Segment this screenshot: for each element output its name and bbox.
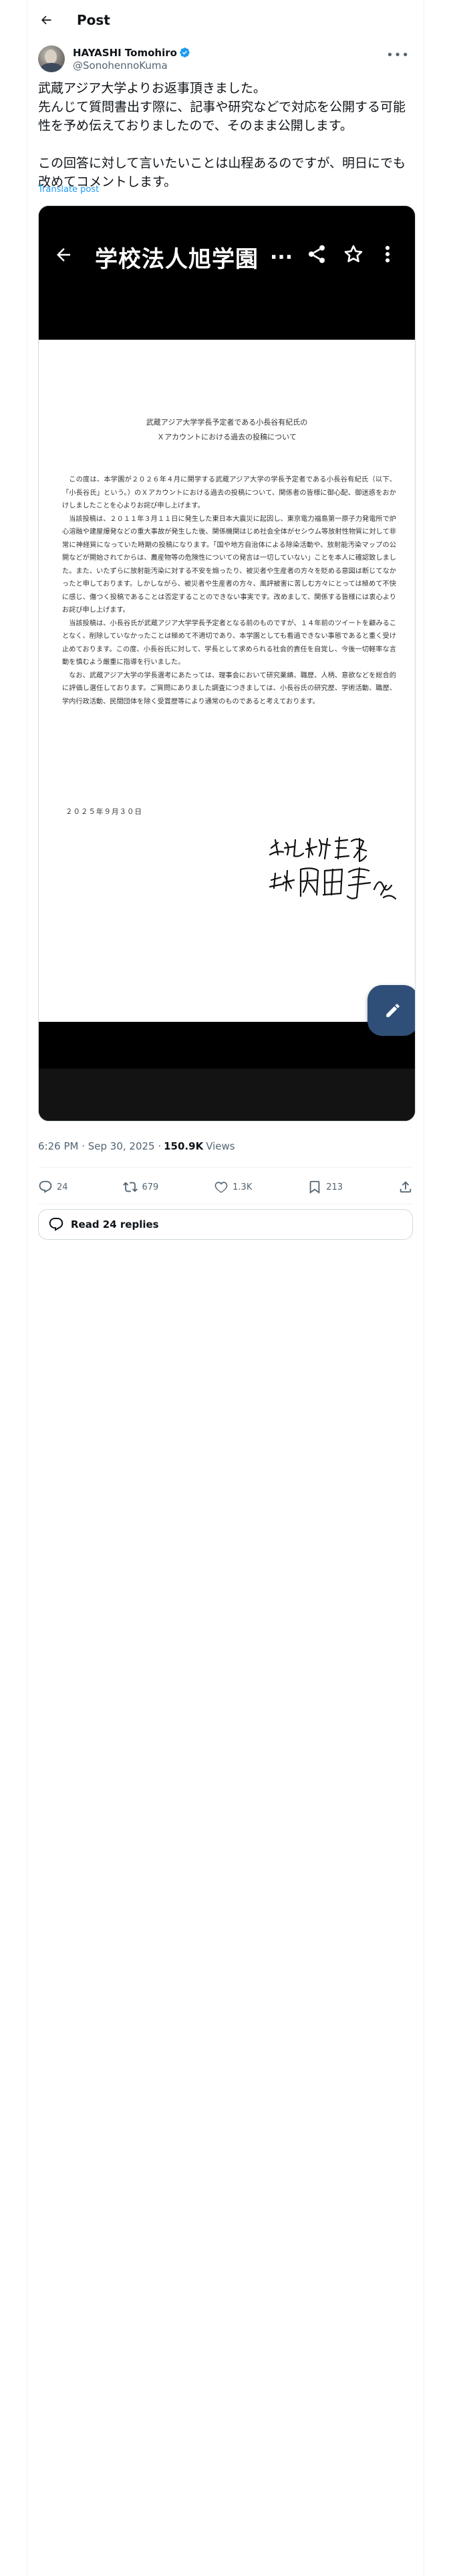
- edit-fab-button[interactable]: [367, 985, 415, 1036]
- bookmark-button[interactable]: 213: [307, 1180, 343, 1194]
- more-options-icon[interactable]: •••: [386, 48, 410, 62]
- author-handle[interactable]: @SonohennoKuma: [73, 60, 190, 72]
- reply-button[interactable]: 24: [38, 1180, 68, 1194]
- share-button[interactable]: [398, 1180, 413, 1194]
- document-paragraph: なお、武蔵アジア大学の学長選考にあたっては、理事会において研究業績、職歴、人柄、…: [62, 671, 396, 706]
- repost-icon: [123, 1182, 138, 1192]
- author-name[interactable]: HAYASHI Tomohiro: [73, 47, 177, 59]
- document-paragraph: 当該投稿は、小長谷氏が武蔵アジア大学学長予定者となる前のものですが、１４年前のツ…: [62, 619, 396, 667]
- back-button[interactable]: [33, 7, 59, 33]
- tweet-text: 武蔵アジア大学よりお返事頂きました。 先んじて質問書出す際に、記事や研究などで対…: [38, 81, 406, 189]
- heart-icon: [214, 1182, 228, 1193]
- page-title: Post: [77, 12, 110, 28]
- author-row: HAYASHI Tomohiro @SonohennoKuma •••: [38, 44, 412, 74]
- reply-icon: [39, 1180, 52, 1193]
- post-timestamp[interactable]: 6:26 PM · Sep 30, 2025 ·: [38, 1140, 161, 1152]
- views-label: Views: [206, 1140, 235, 1152]
- media-app-bar: 学校法人旭学園 ...: [39, 206, 415, 340]
- document-paragraph: 当該投稿は、２０１１年３月１１日に発生した東日本大震災に起因し、東京電力福島第一…: [62, 515, 396, 615]
- kebab-menu-icon: [385, 245, 390, 263]
- action-bar: 24 679 1.3K 213: [38, 1174, 413, 1200]
- document-paragraph: この度は、本学園が２０２６年４月に開学する武蔵アジア大学の学長予定者である小長谷…: [62, 476, 396, 510]
- share-upload-icon: [400, 1181, 412, 1193]
- bookmark-icon: [309, 1180, 320, 1194]
- arrow-left-icon: [41, 15, 51, 25]
- repost-button[interactable]: 679: [123, 1180, 158, 1194]
- read-replies-label: Read 24 replies: [71, 1218, 159, 1230]
- media-bottom-strip: [39, 1069, 415, 1121]
- share-icon: [309, 245, 325, 263]
- like-count: 1.3K: [233, 1182, 253, 1192]
- author-name-row: HAYASHI Tomohiro: [73, 47, 190, 59]
- pencil-icon: [386, 1004, 400, 1017]
- translate-post-link[interactable]: Translate post: [38, 185, 99, 195]
- author-info: HAYASHI Tomohiro @SonohennoKuma: [73, 47, 190, 72]
- handwritten-signature: [269, 836, 397, 900]
- document-page: 武蔵アジア大学学長予定者である小長谷有紀氏の Ｘアカウントにおける過去の投稿につ…: [39, 340, 415, 1022]
- media-back-arrow-icon: [57, 248, 70, 261]
- document-date: ２０２５年９月３０日: [65, 808, 142, 816]
- repost-count: 679: [142, 1182, 159, 1192]
- reply-bubble-icon: [49, 1218, 63, 1231]
- like-button[interactable]: 1.3K: [214, 1180, 252, 1194]
- media-app-title: 学校法人旭学園: [95, 246, 259, 273]
- bookmark-count: 213: [326, 1182, 343, 1192]
- page-header: Post: [27, 0, 424, 40]
- star-icon: [344, 245, 363, 262]
- document-body: この度は、本学園が２０２６年４月に開学する武蔵アジア大学の学長予定者である小長谷…: [62, 473, 396, 708]
- reply-count: 24: [57, 1182, 68, 1192]
- verified-badge-icon: [180, 47, 190, 58]
- media-ellipsis: ...: [270, 241, 293, 264]
- document-title: 武蔵アジア大学学長予定者である小長谷有紀氏の Ｘアカウントにおける過去の投稿につ…: [146, 418, 308, 441]
- read-replies-button[interactable]: Read 24 replies: [38, 1209, 413, 1240]
- views-count: 150.9K: [164, 1140, 204, 1152]
- tweet-media-image[interactable]: 学校法人旭学園 ... 武蔵アジア大学学長予定者である小長谷有紀氏の Ｘアカウン…: [38, 205, 416, 1121]
- avatar[interactable]: [38, 45, 65, 72]
- post-meta: 6:26 PM · Sep 30, 2025 · 150.9K Views: [38, 1140, 235, 1152]
- divider: [38, 1167, 413, 1168]
